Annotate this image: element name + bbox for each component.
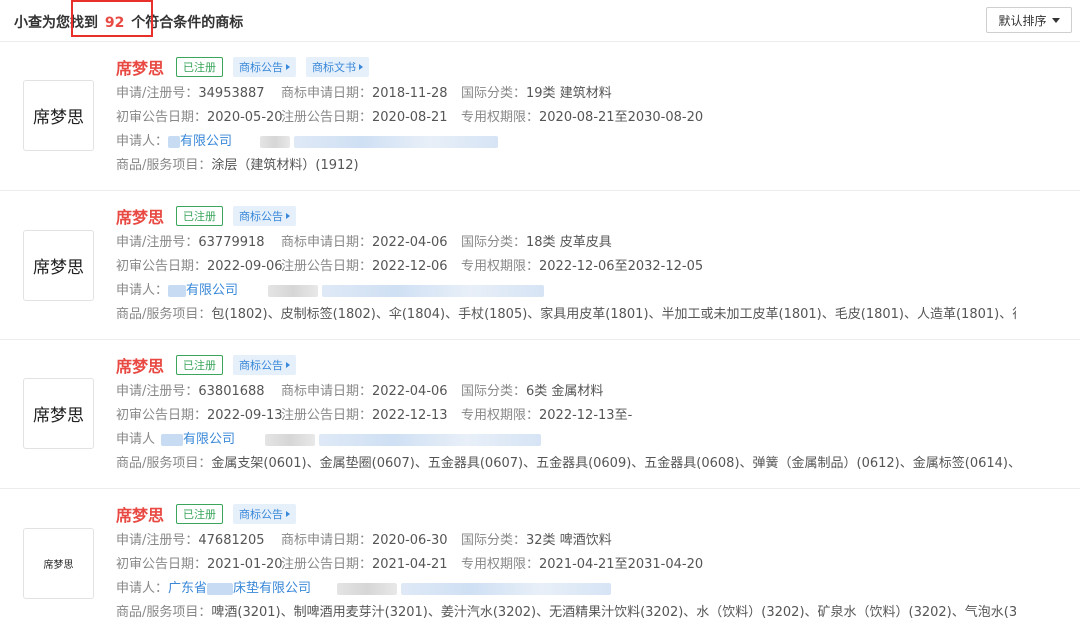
applicant-row: 申请人： 有限公司 [116,130,1016,154]
reg-date: 2020-08-21 [372,110,448,125]
exclusive-period: 2021-04-21至2031-04-20 [539,557,704,572]
arrow-right-icon [286,511,291,517]
status-badge: 已注册 [176,504,224,524]
applicant-link[interactable]: 有限公司 [180,134,232,149]
goods-row: 商品/服务项目：涂层（建筑材料）(1912) [116,158,359,173]
trademark-name[interactable]: 席梦思 [116,204,164,228]
trademark-logo[interactable]: 席梦思 [23,80,94,151]
reg-no: 47681205 [198,533,265,548]
detail-row: 初审公告日期：2022-09-06注册公告日期：2022-12-06 专用权期限：… [116,259,704,274]
trademark-logo[interactable]: 席梦思 [23,230,94,301]
prelim-date: 2022-09-06 [207,259,283,274]
caret-down-icon [1051,17,1060,23]
trademark-name[interactable]: 席梦思 [116,353,164,377]
goods-row: 商品/服务项目：包(1802)、皮制标签(1802)、伞(1804)、手杖(18… [116,303,1016,327]
arrow-right-icon [286,64,291,70]
trademark-item[interactable]: 席梦思 席梦思 已注册 商标公告 商标文书 申请/注册号：34953887 商标申… [0,42,1080,191]
redacted-text [337,582,398,595]
applicant-row: 申请人 有限公司 [116,428,1016,452]
intl-class: 32类 啤酒饮料 [526,533,612,548]
intl-class: 6类 金属材料 [526,384,604,399]
exclusive-period: 2020-08-21至2030-08-20 [539,110,704,125]
results-header: 小查为您找到 92 个符合条件的商标 默认排序 [0,0,1080,42]
detail-row: 申请/注册号：63801688 商标申请日期：2022-04-06 国际分类：6类 … [116,384,604,399]
announcement-link[interactable]: 商标公告 [233,206,297,226]
trademark-logo[interactable]: 席梦思 [23,528,94,599]
redacted-text [207,582,234,595]
document-link[interactable]: 商标文书 [306,57,370,77]
reg-date: 2021-04-21 [372,557,448,572]
redacted-text [161,433,184,446]
detail-row: 初审公告日期：2021-01-20注册公告日期：2021-04-21 专用权期限：… [116,557,704,572]
arrow-right-icon [286,362,291,368]
prelim-date: 2021-01-20 [207,557,283,572]
detail-row: 初审公告日期：2020-05-20注册公告日期：2020-08-21 专用权期限：… [116,110,704,125]
redacted-text [294,135,499,148]
announcement-link[interactable]: 商标公告 [233,355,297,375]
status-badge: 已注册 [176,57,224,77]
status-badge: 已注册 [176,355,224,375]
detail-row: 申请/注册号：47681205 商标申请日期：2020-06-30 国际分类：32类… [116,533,612,548]
redacted-text [168,135,181,148]
goods-list: 涂层（建筑材料）(1912) [211,158,359,173]
detail-row: 初审公告日期：2022-09-13注册公告日期：2022-12-13 专用权期限：… [116,408,633,423]
redacted-text [322,284,545,297]
result-count: 92 [104,15,125,31]
arrow-right-icon [286,213,291,219]
redacted-text [168,284,187,297]
goods-list: 包(1802)、皮制标签(1802)、伞(1804)、手杖(1805)、家具用皮… [211,307,1016,322]
redacted-text [268,284,319,297]
prelim-date: 2022-09-13 [207,408,283,423]
applicant-link[interactable]: 有限公司 [186,283,238,298]
trademark-logo[interactable]: 席梦思 [23,378,94,449]
applicant-link[interactable]: 有限公司 [183,432,235,447]
prelim-date: 2020-05-20 [207,110,283,125]
goods-list: 金属支架(0601)、金属垫圈(0607)、五金器具(0607)、五金器具(06… [211,456,1016,471]
applicant-row: 申请人：广东省 床垫有限公司 [116,577,1016,601]
redacted-text [319,433,542,446]
trademark-name[interactable]: 席梦思 [116,55,164,79]
app-date: 2020-06-30 [372,533,448,548]
detail-row: 申请/注册号：63779918 商标申请日期：2022-04-06 国际分类：18类… [116,235,612,250]
reg-no: 63779918 [198,235,265,250]
app-date: 2018-11-28 [372,86,448,101]
trademark-name[interactable]: 席梦思 [116,502,164,526]
status-badge: 已注册 [176,206,224,226]
intl-class: 18类 皮革皮具 [526,235,612,250]
announcement-link[interactable]: 商标公告 [233,57,297,77]
trademark-list: 席梦思 席梦思 已注册 商标公告 商标文书 申请/注册号：34953887 商标申… [0,42,1080,638]
sort-dropdown[interactable]: 默认排序 [986,7,1072,33]
goods-list: 啤酒(3201)、制啤酒用麦芽汁(3201)、姜汁汽水(3202)、无酒精果汁饮… [211,605,1016,620]
summary-prefix: 小查为您找到 [14,15,98,31]
trademark-item[interactable]: 席梦思 席梦思 已注册 商标公告 申请/注册号：63779918 商标申请日期：2… [0,191,1080,340]
reg-date: 2022-12-06 [372,259,448,274]
reg-date: 2022-12-13 [372,408,448,423]
goods-row: 商品/服务项目：啤酒(3201)、制啤酒用麦芽汁(3201)、姜汁汽水(3202… [116,601,1016,625]
exclusive-period: 2022-12-06至2032-12-05 [539,259,704,274]
trademark-item[interactable]: 席梦思 席梦思 已注册 商标公告 申请/注册号：47681205 商标申请日期：2… [0,489,1080,638]
exclusive-period: 2022-12-13至- [539,408,633,423]
redacted-text [260,135,291,148]
intl-class: 19类 建筑材料 [526,86,612,101]
detail-row: 申请/注册号：34953887 商标申请日期：2018-11-28 国际分类：19类… [116,86,612,101]
applicant-link-prefix[interactable]: 广东省 [168,581,207,596]
applicant-link[interactable]: 床垫有限公司 [233,581,311,596]
redacted-text [265,433,316,446]
reg-no: 63801688 [198,384,265,399]
app-date: 2022-04-06 [372,384,448,399]
app-date: 2022-04-06 [372,235,448,250]
reg-no: 34953887 [198,86,265,101]
goods-row: 商品/服务项目：金属支架(0601)、金属垫圈(0607)、五金器具(0607)… [116,452,1016,476]
redacted-text [401,582,612,595]
summary-suffix: 个符合条件的商标 [131,15,244,31]
announcement-link[interactable]: 商标公告 [233,504,297,524]
arrow-right-icon [359,64,364,70]
result-summary: 小查为您找到 92 个符合条件的商标 [14,12,243,32]
trademark-item[interactable]: 席梦思 席梦思 已注册 商标公告 申请/注册号：63801688 商标申请日期：2… [0,340,1080,489]
applicant-row: 申请人： 有限公司 [116,279,1016,303]
sort-label: 默认排序 [998,13,1047,28]
